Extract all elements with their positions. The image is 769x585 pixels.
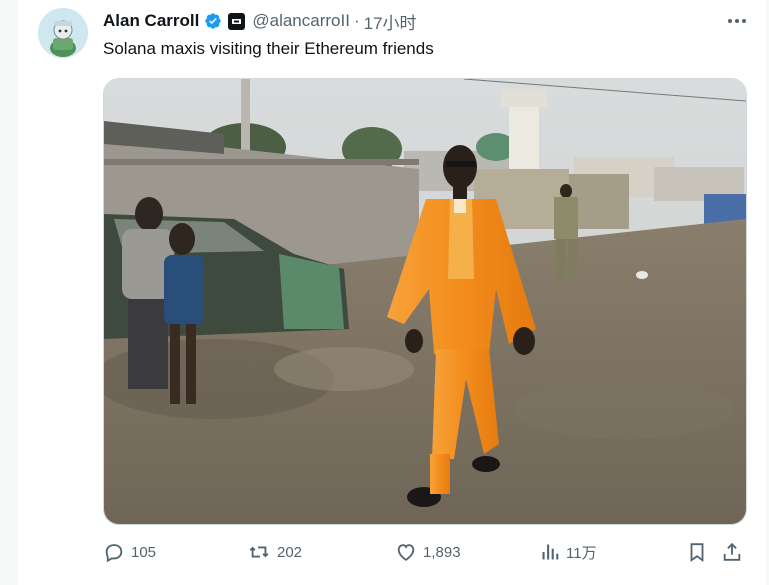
views-bar-chart-icon [542, 544, 559, 560]
tweet-timestamp[interactable]: 17小时 [364, 9, 417, 34]
like-count: 1,893 [423, 543, 461, 561]
tweet-actions: 105 202 1,893 11万 [103, 537, 745, 567]
reply-count: 105 [131, 543, 157, 561]
share-button[interactable] [721, 537, 749, 567]
heart-icon [397, 544, 415, 561]
user-avatar[interactable] [38, 8, 88, 58]
author-name[interactable]: Alan Carroll [103, 11, 199, 31]
retweet-count: 202 [277, 543, 303, 561]
retweet-icon [249, 546, 269, 558]
affiliation-badge-icon[interactable] [228, 12, 246, 30]
verified-badge-icon [204, 12, 222, 30]
avatar-image [38, 8, 88, 58]
author-handle[interactable]: @alancarroII [252, 11, 350, 31]
reply-button[interactable]: 105 [103, 537, 156, 567]
retweet-button[interactable]: 202 [247, 537, 302, 567]
tweet-photo[interactable] [103, 78, 747, 525]
bookmark-button[interactable] [686, 537, 714, 567]
reply-icon [105, 544, 123, 563]
tweet-text: Solana maxis visiting their Ethereum fri… [103, 39, 434, 58]
like-button[interactable]: 1,893 [395, 537, 461, 567]
share-icon [723, 542, 741, 561]
views-count: 11万 [566, 544, 597, 562]
bookmark-icon [690, 543, 704, 563]
separator-dot: · [353, 11, 360, 30]
street-photo [104, 79, 746, 524]
tweet-header: Alan Carroll @alancarroII · 17小时 [103, 9, 417, 33]
tweet-card[interactable]: Alan Carroll @alancarroII · 17小时 Solana … [18, 0, 766, 585]
more-dots-icon[interactable] [724, 10, 750, 32]
views-button[interactable]: 11万 [540, 537, 597, 567]
